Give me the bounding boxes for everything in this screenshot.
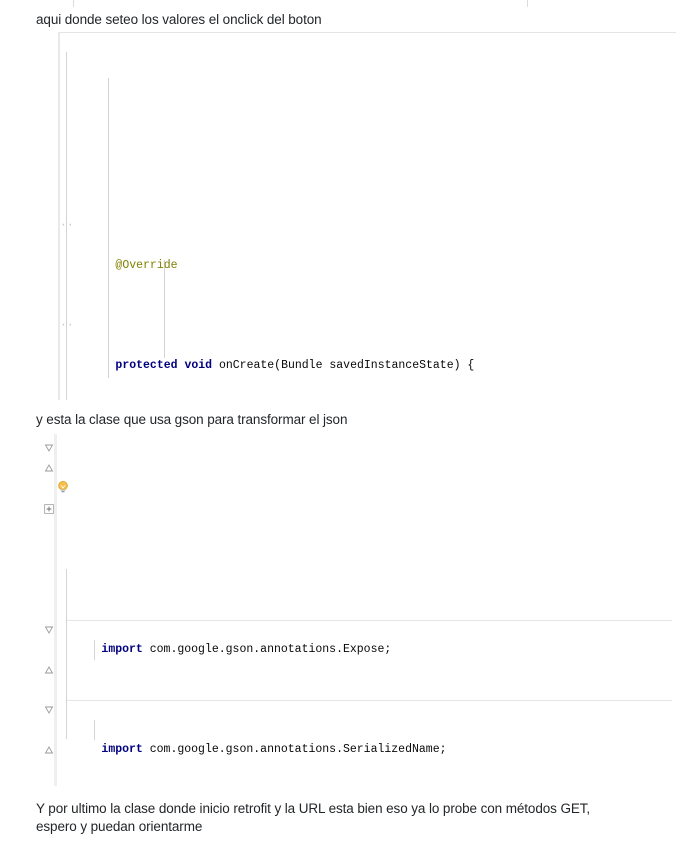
code-line-text: import com.google.gson.annotations.Expos… — [101, 643, 392, 656]
top-edge-artifact-right — [527, 0, 528, 7]
code-line: ·· @Override — [36, 216, 676, 272]
fold-end-icon[interactable] — [44, 745, 54, 755]
onCreate-code-screenshot: ·· @Override ·· protected void onCreate(… — [36, 32, 676, 400]
top-edge-artifact-left — [73, 0, 74, 7]
code-line: ·· protected void onCreate(Bundle savedI… — [36, 316, 676, 372]
fold-end-icon[interactable] — [44, 665, 54, 675]
fold-expand-icon[interactable] — [44, 504, 54, 514]
code-line: import com.google.gson.annotations.Expos… — [36, 620, 676, 656]
method-separator — [66, 620, 672, 621]
fold-end-icon[interactable] — [44, 463, 54, 473]
post-paragraph-1: aqui donde seteo los valores el onclick … — [36, 12, 322, 27]
resultado-class-code-screenshot: import com.google.gson.annotations.Expos… — [36, 434, 676, 786]
post-paragraph-3-line-2: espero y puedan orientarme — [36, 819, 203, 834]
code-top-border — [60, 32, 676, 33]
code-line-text: @Override — [115, 259, 178, 272]
indent-guide — [108, 78, 109, 378]
code-line: import com.google.gson.annotations.Seria… — [36, 720, 676, 756]
post-paragraph-3: Y por ultimo la clase donde inicio retro… — [0, 800, 676, 836]
method-separator — [66, 700, 672, 701]
post-paragraph-3-line-1: Y por ultimo la clase donde inicio retro… — [36, 801, 591, 816]
indent-guide — [94, 720, 95, 740]
indent-guide — [94, 640, 95, 660]
whitespace-dots: ·· — [60, 219, 74, 232]
indent-guide — [66, 569, 67, 739]
fold-collapse-icon[interactable] — [44, 625, 54, 635]
post-paragraph-2: y esta la clase que usa gson para transf… — [36, 412, 348, 427]
code-line-text: protected void onCreate(Bundle savedInst… — [115, 359, 475, 372]
code-line-text: import com.google.gson.annotations.Seria… — [101, 743, 447, 756]
intention-lightbulb-icon[interactable] — [56, 479, 70, 495]
whitespace-dots: ·· — [60, 319, 74, 332]
fold-collapse-icon[interactable] — [44, 443, 54, 453]
fold-collapse-icon[interactable] — [44, 705, 54, 715]
